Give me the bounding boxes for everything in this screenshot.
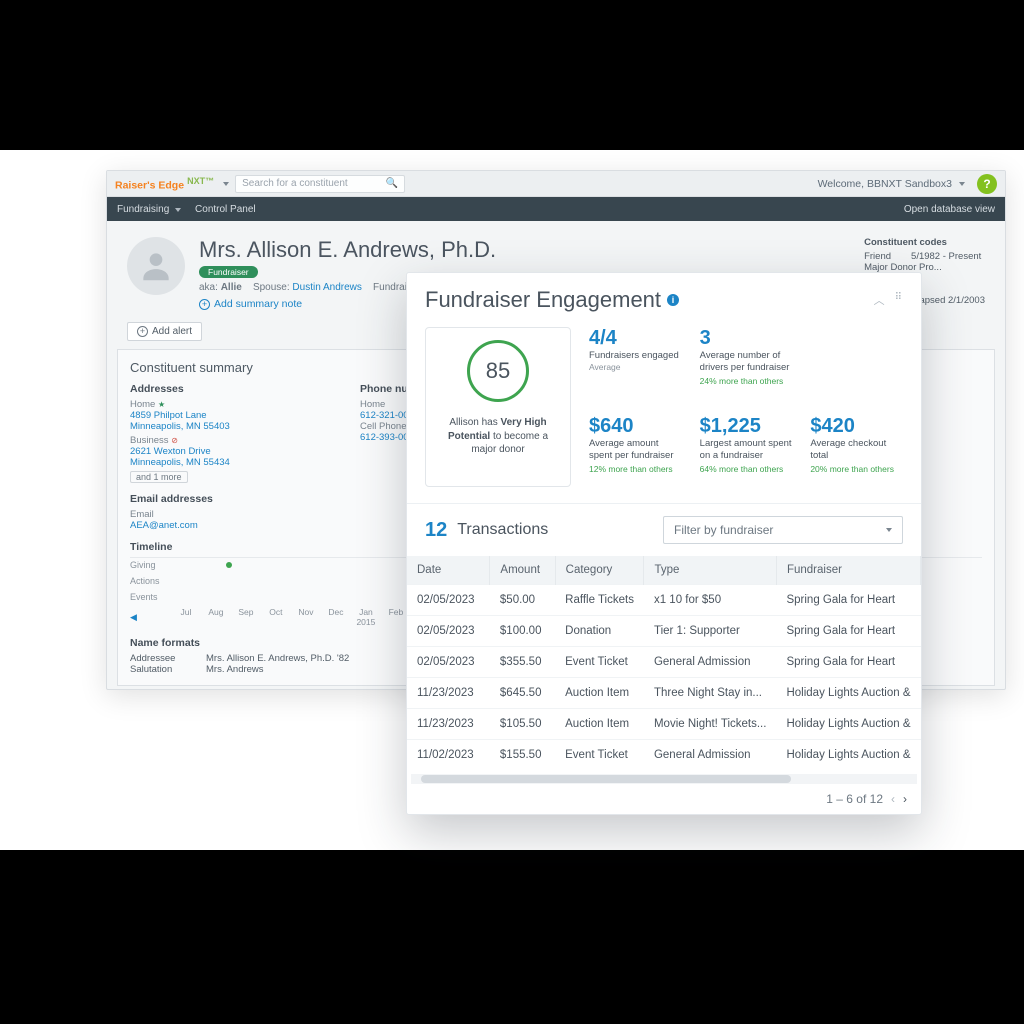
engagement-panel: Fundraiser Engagement i ︿ ⠿ 85 Allison h… xyxy=(406,272,922,815)
subnav: Fundraising Control Panel Open database … xyxy=(107,197,1005,221)
grid-icon[interactable]: ⠿ xyxy=(895,292,903,308)
timeline-months: JulAugSep OctNovDec Jan 2015FebMar xyxy=(171,607,441,627)
brand-suffix: NXT™ xyxy=(187,176,214,186)
stat-avg-amount: $640 Average amount spent per fundraiser… xyxy=(589,415,682,487)
filter-fundraiser-select[interactable]: Filter by fundraiser xyxy=(663,516,903,544)
collapse-icon[interactable]: ︿ xyxy=(874,292,885,308)
home-address-link[interactable]: 4859 Philpot Lane xyxy=(130,410,300,421)
col-amount[interactable]: Amount xyxy=(490,556,555,585)
search-input[interactable]: Search for a constituent 🔍 xyxy=(235,175,405,193)
and-more-badge[interactable]: and 1 more xyxy=(130,471,188,483)
nav-open-database[interactable]: Open database view xyxy=(904,204,995,215)
stat-avg-drivers: 3 Average number of drivers per fundrais… xyxy=(700,327,793,399)
spouse-link[interactable]: Dustin Andrews xyxy=(292,282,361,293)
table-row[interactable]: 11/02/2023$155.50Event TicketGeneral Adm… xyxy=(407,740,921,771)
pagination: 1 – 6 of 12 ‹ › xyxy=(407,784,921,814)
transactions-table: Date Amount Category Type Fundraiser 02/… xyxy=(407,556,921,770)
brand: Raiser's Edge NXT™ xyxy=(115,176,214,192)
pager-status: 1 – 6 of 12 xyxy=(826,792,883,806)
scroll-thumb[interactable] xyxy=(421,775,791,783)
avatar xyxy=(127,237,185,295)
search-icon: 🔍 xyxy=(386,178,398,189)
col-date[interactable]: Date xyxy=(407,556,490,585)
stat-fundraisers-engaged: 4/4 Fundraisers engaged Average xyxy=(589,327,682,399)
topbar: Raiser's Edge NXT™ Search for a constitu… xyxy=(107,171,1005,197)
table-row[interactable]: 11/23/2023$645.50Auction ItemThree Night… xyxy=(407,678,921,709)
horizontal-scrollbar[interactable] xyxy=(411,774,917,784)
timeline-prev-icon[interactable]: ◀ xyxy=(130,612,137,623)
person-icon xyxy=(137,247,175,285)
star-icon: ★ xyxy=(158,400,165,409)
stat-largest-amount: $1,225 Largest amount spent on a fundrai… xyxy=(700,415,793,487)
info-icon[interactable]: i xyxy=(667,294,679,306)
chevron-down-icon xyxy=(886,528,892,532)
search-placeholder: Search for a constituent xyxy=(242,178,386,189)
help-icon[interactable]: ? xyxy=(977,174,997,194)
brand-text: Raiser's Edge xyxy=(115,179,184,191)
panel-title: Fundraiser Engagement i xyxy=(425,287,679,313)
plus-circle-icon: + xyxy=(199,299,210,310)
pager-prev-icon[interactable]: ‹ xyxy=(891,792,895,806)
codes-header: Constituent codes xyxy=(864,237,985,248)
addresses-header: Addresses xyxy=(130,383,300,395)
transactions-count: 12 xyxy=(425,519,447,542)
col-fundraiser[interactable]: Fundraiser xyxy=(776,556,920,585)
chevron-down-icon[interactable] xyxy=(223,182,229,186)
col-category[interactable]: Category xyxy=(555,556,644,585)
nav-fundraising[interactable]: Fundraising xyxy=(117,204,181,215)
timeline-dot-icon xyxy=(226,562,232,568)
table-row[interactable]: 11/23/2023$105.50Auction ItemMovie Night… xyxy=(407,709,921,740)
table-row[interactable]: 02/05/2023$355.50Event TicketGeneral Adm… xyxy=(407,647,921,678)
add-summary-note-button[interactable]: + Add summary note xyxy=(199,298,302,310)
score-ring: 85 xyxy=(467,340,529,402)
biz-address-link[interactable]: 2621 Wexton Drive xyxy=(130,446,300,457)
chevron-down-icon xyxy=(959,182,965,186)
plus-circle-icon: + xyxy=(137,326,148,337)
table-row[interactable]: 02/05/2023$100.00DonationTier 1: Support… xyxy=(407,616,921,647)
page-title: Mrs. Allison E. Andrews, Ph.D. xyxy=(199,237,850,263)
add-alert-button[interactable]: + Add alert xyxy=(127,322,202,341)
nav-control-panel[interactable]: Control Panel xyxy=(195,204,256,215)
score-description: Allison has Very High Potential to becom… xyxy=(436,416,560,457)
welcome-text[interactable]: Welcome, BBNXT Sandbox3 xyxy=(818,178,965,190)
email-header: Email addresses xyxy=(130,493,300,505)
score-card: 85 Allison has Very High Potential to be… xyxy=(425,327,571,487)
pager-next-icon[interactable]: › xyxy=(903,792,907,806)
table-row[interactable]: 02/05/2023$50.00Raffle Ticketsx1 10 for … xyxy=(407,585,921,616)
home-address-link2[interactable]: Minneapolis, MN 55403 xyxy=(130,421,300,432)
do-not-mail-icon: ⊘ xyxy=(171,436,178,445)
status-badge: Fundraiser xyxy=(199,266,258,278)
biz-address-link2[interactable]: Minneapolis, MN 55434 xyxy=(130,457,300,468)
transactions-label: Transactions xyxy=(457,521,548,539)
col-type[interactable]: Type xyxy=(644,556,777,585)
stat-avg-checkout: $420 Average checkout total 20% more tha… xyxy=(810,415,903,487)
email-link[interactable]: AEA@anet.com xyxy=(130,520,300,531)
